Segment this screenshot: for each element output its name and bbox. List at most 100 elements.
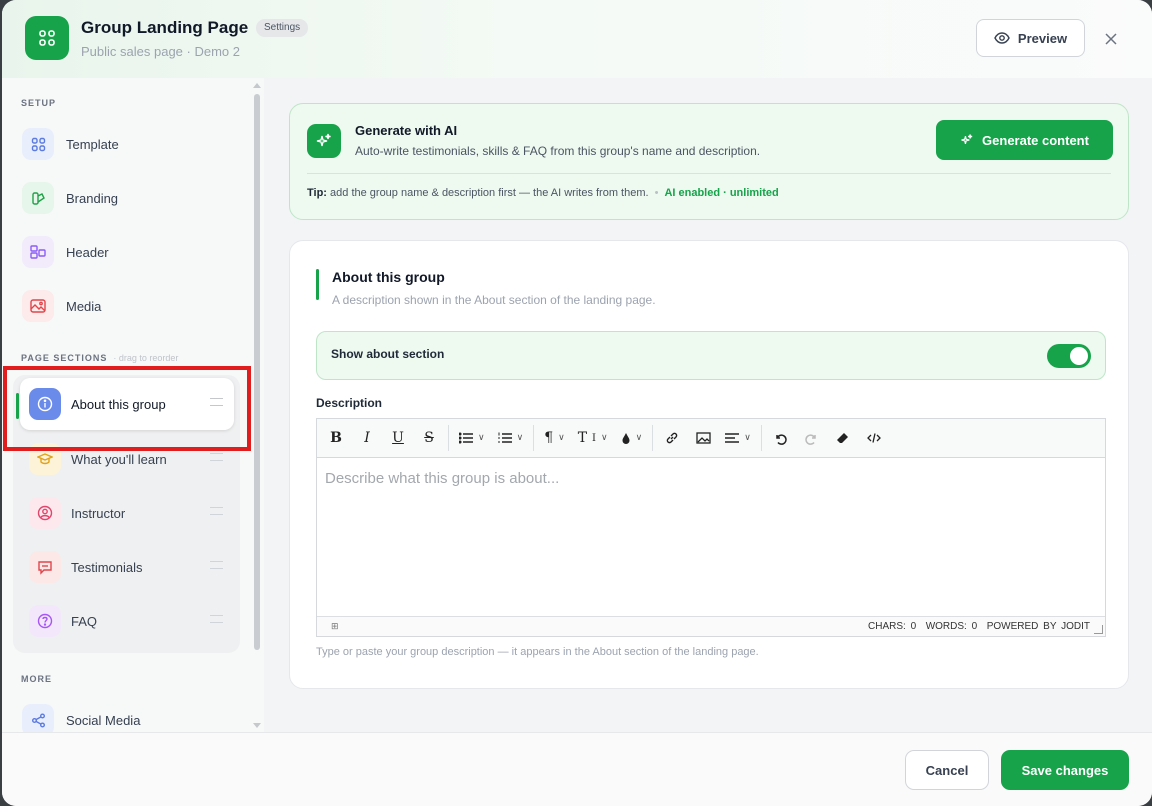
ai-title: Generate with AI	[355, 123, 458, 138]
page-subtitle: Public sales page · Demo 2	[81, 44, 240, 59]
text-color-button[interactable]: ∨	[617, 425, 647, 451]
section-item-label: FAQ	[71, 613, 98, 629]
drag-handle-icon[interactable]	[210, 453, 223, 461]
chevron-down-icon: ∨	[601, 433, 608, 443]
drag-hint-text: drag to reorder	[118, 353, 179, 363]
palette-icon	[22, 182, 54, 214]
bullet-list-button[interactable]: ∨	[455, 425, 489, 451]
setup-section-label: SETUP	[21, 98, 57, 108]
sidebar-scrollbar[interactable]	[254, 94, 260, 650]
link-icon	[666, 432, 678, 444]
sidebar-item-social-media[interactable]: Social Media	[22, 700, 242, 732]
link-button[interactable]	[659, 425, 685, 451]
ai-status: AI enabled · unlimited	[664, 187, 779, 199]
image-button[interactable]	[690, 425, 716, 451]
chat-icon	[29, 551, 61, 583]
chevron-down-icon: ∨	[744, 433, 751, 443]
drag-handle-icon[interactable]	[210, 507, 223, 515]
cancel-button[interactable]: Cancel	[905, 750, 989, 790]
chevron-down-icon: ∨	[635, 433, 643, 443]
sparkles-icon	[307, 124, 341, 158]
description-hint: Type or paste your group description — i…	[316, 646, 759, 658]
separator-dot: •	[654, 187, 659, 199]
bold-button[interactable]: B	[323, 425, 349, 451]
rich-text-editor: B I U S ∨ ∨ ¶ ∨ T I ∨ ∨ ∨ Describe what …	[316, 418, 1106, 637]
paragraph-button[interactable]: ¶ ∨	[540, 425, 569, 451]
settings-modal: Group Landing Page Settings Public sales…	[2, 0, 1152, 806]
page-sections-title: PAGE SECTIONS	[21, 353, 108, 363]
statusbar-toggle-icon[interactable]: ⊞	[331, 621, 339, 632]
sidebar-item-label: Template	[66, 136, 119, 152]
code-icon	[866, 433, 881, 443]
show-about-toggle[interactable]	[1047, 344, 1091, 368]
ai-generate-card: Generate with AI Auto-write testimonials…	[289, 103, 1129, 220]
sidebar-item-media[interactable]: Media	[22, 286, 242, 326]
drag-hint: · drag to reorder	[113, 353, 179, 363]
sidebar-item-template[interactable]: Template	[22, 124, 242, 164]
image-icon	[696, 432, 711, 444]
sidebar-item-label: Media	[66, 298, 102, 314]
eraser-icon	[836, 433, 848, 443]
toolbar-separator	[448, 425, 449, 451]
description-label: Description	[316, 396, 383, 410]
scroll-up-arrow[interactable]	[253, 83, 261, 88]
undo-icon	[776, 433, 787, 445]
show-about-label: Show about section	[331, 347, 445, 361]
more-section-label: MORE	[21, 674, 52, 684]
ai-tip: Tip: add the group name & description fi…	[307, 187, 779, 199]
redo-button[interactable]	[799, 425, 825, 451]
section-item-faq[interactable]: FAQ	[20, 595, 234, 647]
eye-icon	[994, 32, 1010, 44]
align-left-icon	[725, 433, 740, 443]
underline-button[interactable]: U	[385, 425, 411, 451]
page-title: Group Landing Page	[81, 18, 249, 37]
align-button[interactable]: ∨	[721, 425, 755, 451]
font-size-button[interactable]: T I ∨	[574, 425, 612, 451]
section-item-testimonials[interactable]: Testimonials	[20, 541, 234, 593]
section-item-instructor[interactable]: Instructor	[20, 487, 234, 539]
word-count: WORDS: 0	[925, 621, 978, 632]
source-code-button[interactable]	[861, 425, 887, 451]
grid-icon	[22, 128, 54, 160]
generate-content-button[interactable]: Generate content	[936, 120, 1113, 160]
resize-handle[interactable]	[1094, 625, 1103, 634]
sidebar-item-header[interactable]: Header	[22, 232, 242, 272]
layout-icon	[22, 236, 54, 268]
toolbar-separator	[652, 425, 654, 451]
editor-input[interactable]: Describe what this group is about...	[325, 470, 559, 487]
droplet-icon	[622, 433, 630, 444]
page-sections-label: PAGE SECTIONS · drag to reorder	[21, 353, 178, 363]
undo-button[interactable]	[768, 425, 794, 451]
close-button[interactable]	[1100, 28, 1122, 50]
editor-counts: CHARS: 0 WORDS: 0 POWERED BY JODIT	[868, 621, 1090, 632]
strikethrough-button[interactable]: S	[416, 425, 442, 451]
sidebar-item-label: Branding	[66, 190, 119, 206]
tip-text: add the group name & description first —…	[330, 187, 649, 199]
chevron-down-icon: ∨	[478, 433, 485, 443]
italic-button[interactable]: I	[354, 425, 380, 451]
close-icon	[1105, 33, 1117, 45]
about-subtitle: A description shown in the About section…	[332, 293, 656, 307]
char-count: CHARS: 0	[868, 621, 917, 632]
editor-toolbar: B I U S ∨ ∨ ¶ ∨ T I ∨ ∨ ∨	[317, 419, 1105, 458]
about-card: About this group A description shown in …	[289, 240, 1129, 689]
accent-bar	[316, 269, 319, 300]
chevron-down-icon: ∨	[558, 433, 565, 443]
show-about-row: Show about section	[316, 331, 1106, 380]
numbered-list-icon	[497, 432, 512, 443]
about-title: About this group	[332, 269, 445, 285]
drag-handle-icon[interactable]	[210, 561, 223, 569]
sparkles-icon	[961, 134, 973, 145]
numbered-list-button[interactable]: ∨	[494, 425, 528, 451]
modal-header: Group Landing Page Settings Public sales…	[2, 0, 1152, 78]
preview-button[interactable]: Preview	[976, 19, 1085, 57]
sidebar-item-label: Header	[66, 244, 109, 260]
save-changes-button[interactable]: Save changes	[1001, 750, 1129, 790]
section-item-label: Testimonials	[71, 559, 143, 575]
sidebar-item-branding[interactable]: Branding	[22, 178, 242, 218]
image-icon	[22, 290, 54, 322]
toggle-knob	[1070, 347, 1088, 365]
scroll-down-arrow[interactable]	[253, 723, 261, 728]
drag-handle-icon[interactable]	[210, 615, 223, 623]
eraser-button[interactable]	[830, 425, 856, 451]
